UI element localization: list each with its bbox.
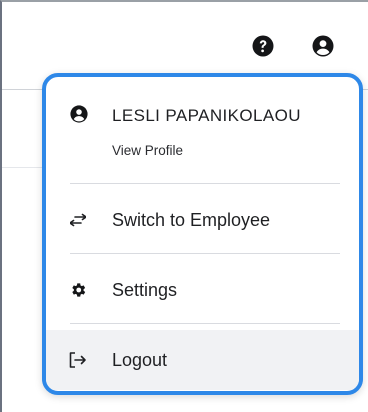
switch-to-employee-label: Switch to Employee (112, 209, 271, 230)
switch-to-employee-item[interactable]: Switch to Employee (46, 190, 359, 250)
logout-icon (68, 350, 88, 370)
view-profile-item[interactable]: LESLI PAPANIKOLAOU View Profile (46, 77, 359, 183)
menu-divider (70, 323, 340, 324)
user-name: LESLI PAPANIKOLAOU (112, 106, 301, 125)
menu-divider (70, 183, 340, 184)
logout-item[interactable]: Logout (46, 330, 359, 390)
gear-icon (68, 280, 88, 300)
help-icon[interactable] (251, 34, 275, 58)
settings-item[interactable]: Settings (46, 260, 359, 320)
logout-label: Logout (112, 349, 168, 370)
view-profile-link[interactable]: View Profile (112, 143, 183, 158)
app-window: LESLI PAPANIKOLAOU View Profile Switch t… (0, 0, 368, 412)
profile-dropdown-menu: LESLI PAPANIKOLAOU View Profile Switch t… (42, 73, 363, 395)
user-circle-icon[interactable] (311, 34, 335, 58)
switch-arrows-icon (68, 210, 88, 230)
user-circle-icon (70, 105, 88, 123)
menu-divider (70, 253, 340, 254)
background-divider (2, 167, 46, 168)
settings-label: Settings (112, 279, 178, 300)
